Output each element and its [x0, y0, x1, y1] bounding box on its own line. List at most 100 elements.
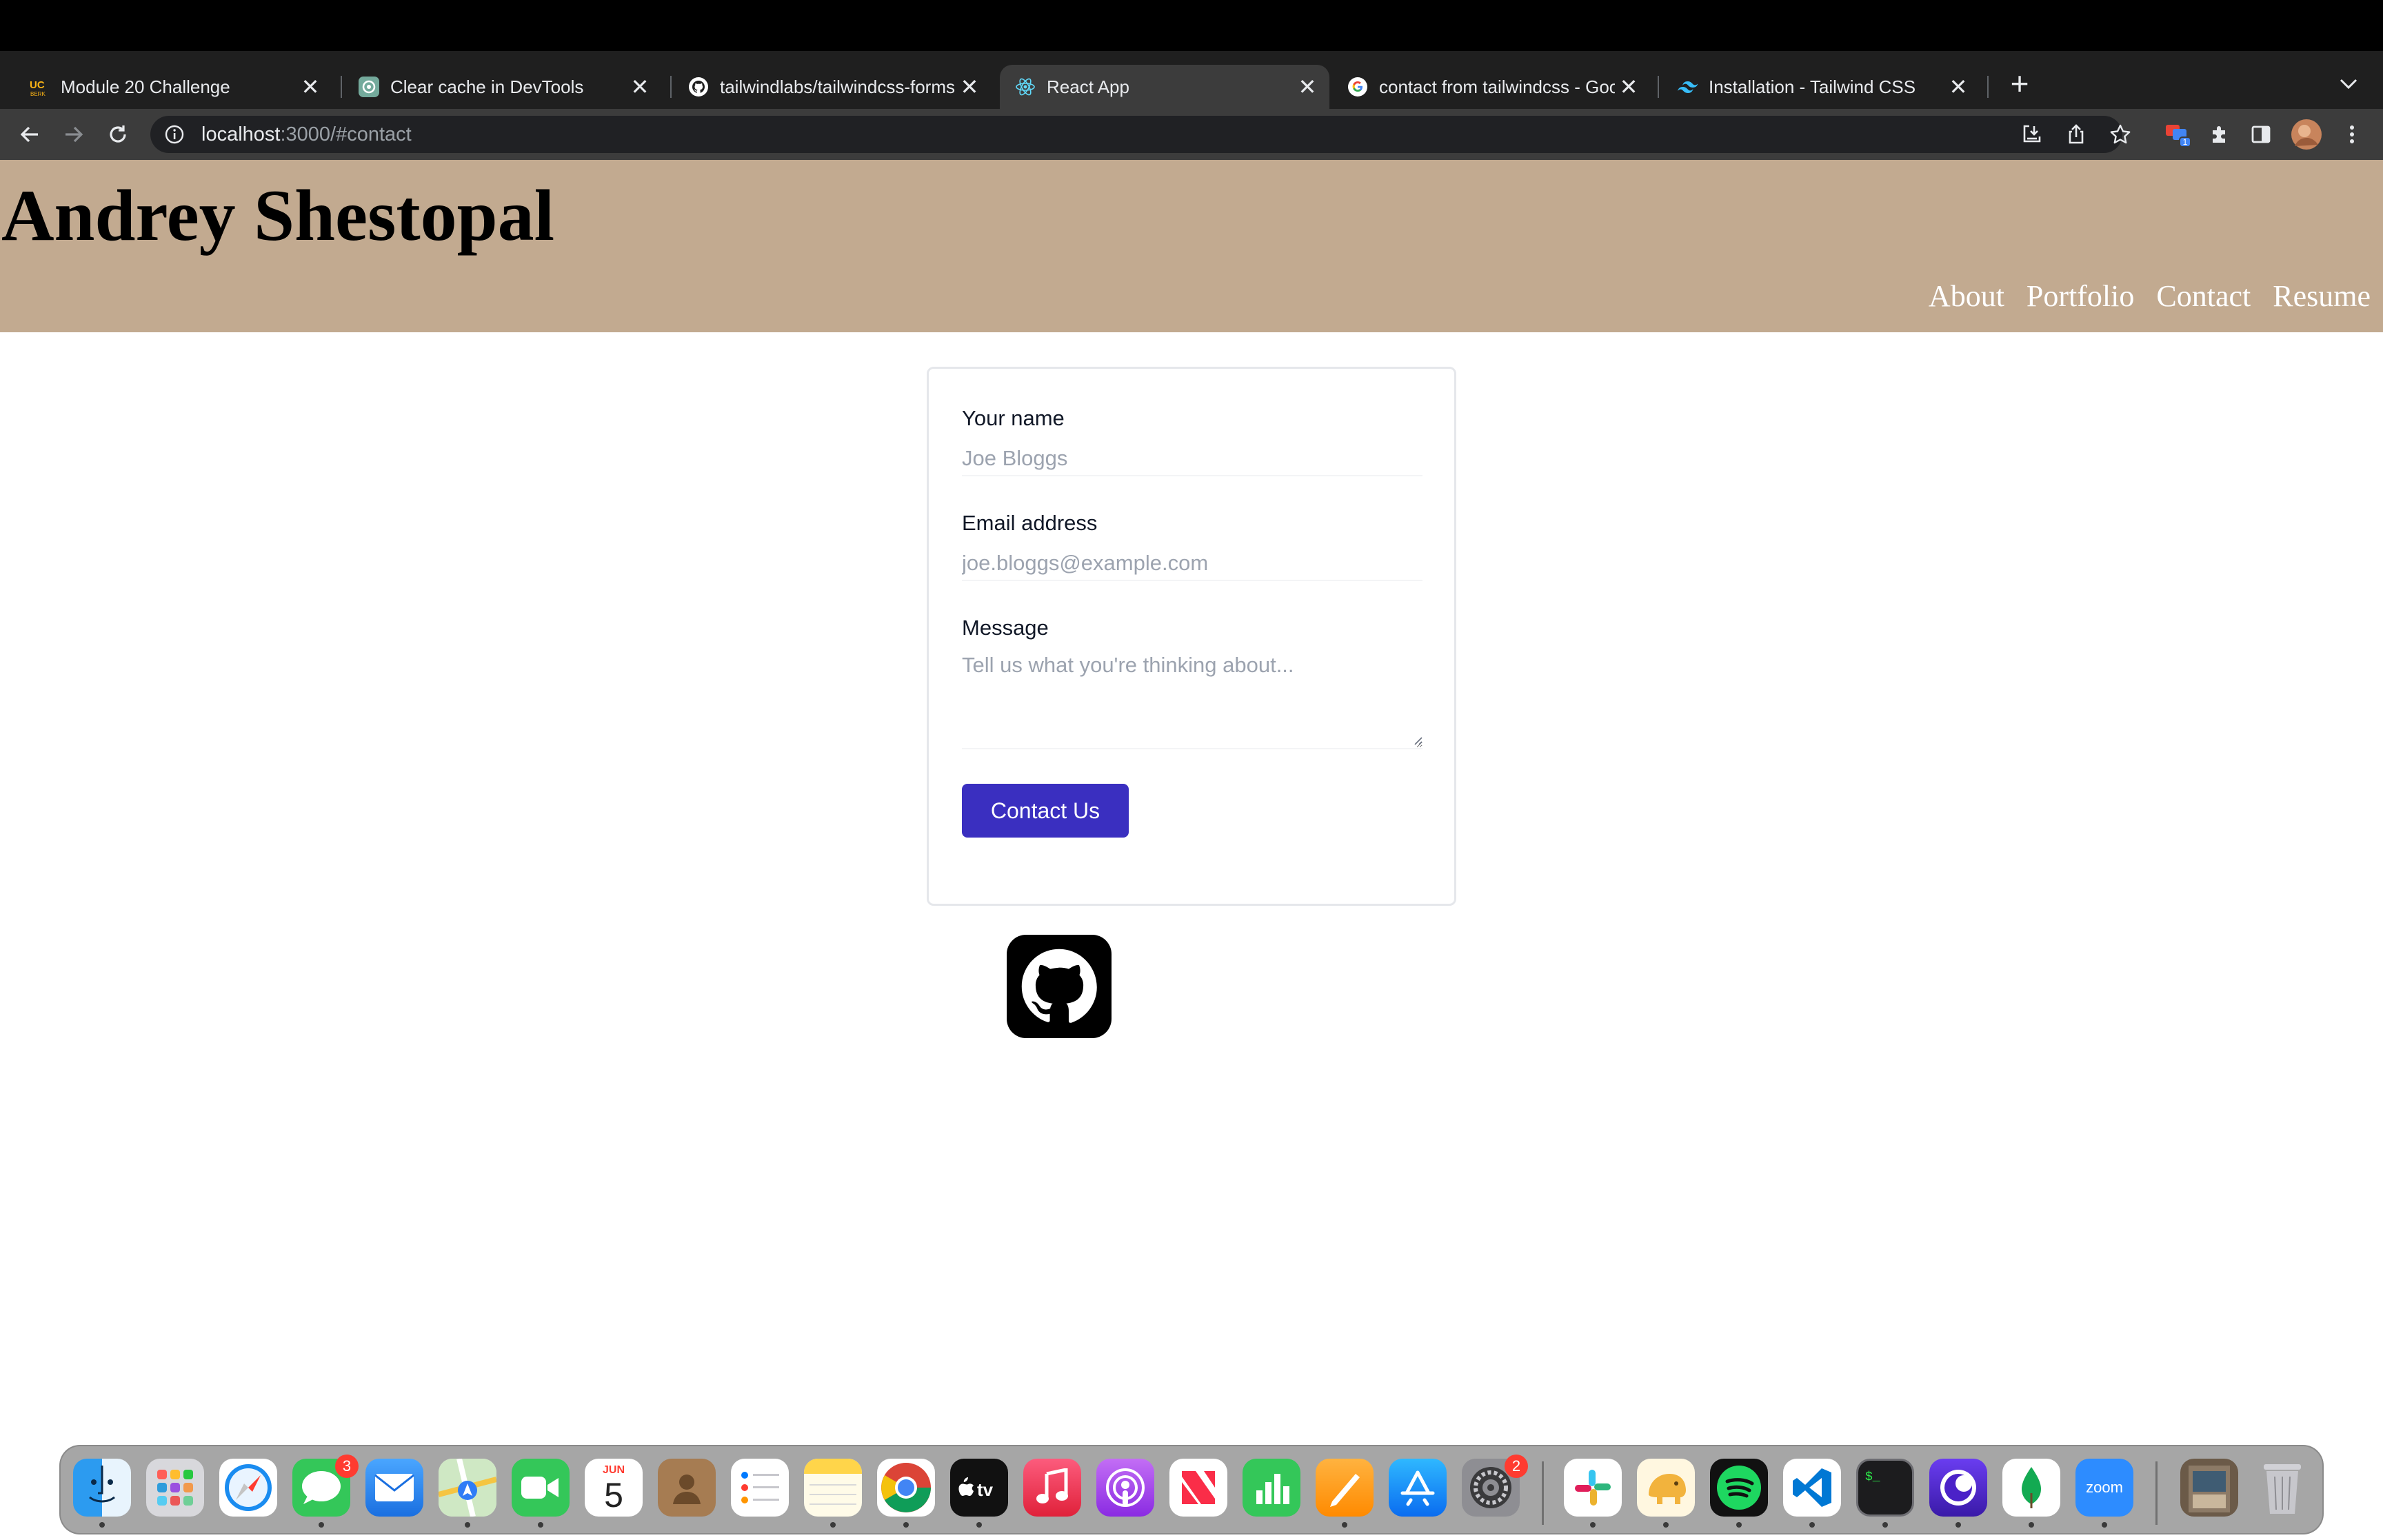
trash-icon[interactable]	[2253, 1459, 2311, 1517]
reminders-icon[interactable]	[731, 1459, 789, 1517]
browser-menu-icon[interactable]	[2336, 119, 2368, 150]
tableplus-elephant-icon[interactable]	[1637, 1459, 1695, 1517]
tab-title: tailwindlabs/tailwindcss-forms	[720, 76, 955, 97]
numbers-icon[interactable]	[1243, 1459, 1300, 1517]
close-tab-icon[interactable]: ✕	[626, 73, 654, 101]
tab-divider	[341, 76, 342, 98]
facetime-icon[interactable]	[512, 1459, 570, 1517]
tab-clear-cache[interactable]: Clear cache in DevTools ✕	[343, 65, 662, 109]
tab-title: Clear cache in DevTools	[390, 76, 584, 97]
close-tab-icon[interactable]: ✕	[1615, 73, 1642, 101]
email-label: Email address	[962, 511, 1098, 535]
nav-link-contact[interactable]: Contact	[2156, 278, 2251, 314]
nav-link-portfolio[interactable]: Portfolio	[2027, 278, 2134, 314]
name-input[interactable]	[962, 442, 1422, 476]
pages-icon[interactable]	[1316, 1459, 1374, 1517]
message-label: Message	[962, 616, 1049, 640]
close-tab-icon[interactable]: ✕	[1294, 73, 1321, 101]
reload-icon[interactable]	[102, 119, 134, 150]
back-arrow-icon[interactable]	[14, 119, 46, 150]
install-app-icon[interactable]	[2016, 119, 2048, 150]
github-link[interactable]	[1007, 935, 1112, 1038]
browser-toolbar: localhost:3000/#contact 1	[0, 109, 2383, 160]
nav-link-about[interactable]: About	[1929, 278, 2004, 314]
macos-dock: 3 JUN 5 tv 2 $_ zoom	[59, 1445, 2324, 1534]
tab-tailwind-installation[interactable]: Installation - Tailwind CSS ✕	[1662, 65, 1980, 109]
vscode-icon[interactable]	[1783, 1459, 1841, 1517]
tailwind-icon	[1677, 77, 1698, 97]
dock-divider	[2155, 1461, 2158, 1525]
site-title: Andrey Shestopal	[1, 175, 555, 256]
tab-divider	[1658, 76, 1659, 98]
extension-badge-count: 1	[2183, 137, 2188, 147]
finder-icon[interactable]	[73, 1459, 131, 1517]
address-bar[interactable]: localhost:3000/#contact	[150, 116, 2122, 153]
contact-form: Your name Email address Message Contact …	[927, 367, 1456, 906]
calendar-month: JUN	[602, 1464, 625, 1476]
close-tab-icon[interactable]: ✕	[956, 73, 983, 101]
email-input[interactable]	[962, 547, 1422, 581]
messages-badge: 3	[335, 1455, 359, 1478]
forward-arrow-icon[interactable]	[58, 119, 90, 150]
running-indicator	[1882, 1522, 1888, 1528]
github-icon	[688, 77, 709, 97]
contact-us-button[interactable]: Contact Us	[962, 784, 1129, 838]
zoom-icon[interactable]: zoom	[2075, 1459, 2133, 1517]
tab-title: React App	[1047, 76, 1129, 97]
downloads-stack-icon[interactable]	[2180, 1459, 2238, 1517]
site-nav: About Portfolio Contact Resume	[1929, 278, 2371, 314]
insomnia-icon[interactable]	[1929, 1459, 1987, 1517]
side-panel-icon[interactable]	[2245, 119, 2277, 150]
chatgpt-icon	[359, 77, 379, 97]
running-indicator	[1342, 1522, 1347, 1528]
site-info-icon[interactable]	[164, 124, 185, 145]
resize-handle-icon[interactable]	[1411, 734, 1422, 745]
apple-tv-icon[interactable]: tv	[950, 1459, 1008, 1517]
tab-google-search[interactable]: contact from tailwindcss - Goo ✕	[1332, 65, 1651, 109]
close-tab-icon[interactable]: ✕	[296, 73, 324, 101]
running-indicator	[1590, 1522, 1596, 1528]
profile-avatar[interactable]	[2291, 119, 2322, 150]
bookmark-star-icon[interactable]	[2104, 119, 2136, 150]
safari-icon[interactable]	[219, 1459, 277, 1517]
app-store-icon[interactable]	[1389, 1459, 1447, 1517]
running-indicator	[319, 1522, 324, 1528]
extensions-puzzle-icon[interactable]	[2204, 119, 2235, 150]
tab-react-app[interactable]: React App ✕	[1000, 65, 1329, 109]
address-url: localhost:3000/#contact	[201, 123, 412, 146]
running-indicator	[1809, 1522, 1815, 1528]
nav-link-resume[interactable]: Resume	[2273, 278, 2371, 314]
contacts-icon[interactable]	[658, 1459, 716, 1517]
zoom-label: zoom	[2086, 1479, 2123, 1496]
url-host: localhost	[201, 123, 281, 145]
tab-module-20-challenge[interactable]: UC BERK Module 20 Challenge ✕	[14, 65, 332, 109]
svg-text:tv: tv	[977, 1479, 994, 1500]
settings-badge: 2	[1505, 1455, 1528, 1478]
tab-tailwindcss-forms[interactable]: tailwindlabs/tailwindcss-forms ✕	[673, 65, 992, 109]
running-indicator	[2102, 1522, 2107, 1528]
chrome-icon[interactable]	[877, 1459, 935, 1517]
mail-icon[interactable]	[365, 1459, 423, 1517]
slack-icon[interactable]	[1564, 1459, 1622, 1517]
react-icon	[1015, 77, 1036, 97]
maps-icon[interactable]	[439, 1459, 496, 1517]
tab-search-chevron-icon[interactable]	[2333, 69, 2364, 99]
new-tab-button[interactable]: +	[2004, 68, 2035, 99]
launchpad-icon[interactable]	[146, 1459, 204, 1517]
news-icon[interactable]	[1169, 1459, 1227, 1517]
message-textarea[interactable]	[962, 653, 1422, 749]
extension-translate-icon[interactable]: 1	[2162, 119, 2194, 150]
share-icon[interactable]	[2060, 119, 2092, 150]
close-tab-icon[interactable]: ✕	[1944, 73, 1972, 101]
music-icon[interactable]	[1023, 1459, 1081, 1517]
mongodb-compass-icon[interactable]	[2002, 1459, 2060, 1517]
tab-title: Installation - Tailwind CSS	[1709, 76, 1916, 97]
google-icon	[1347, 77, 1368, 97]
terminal-icon[interactable]: $_	[1856, 1459, 1914, 1517]
spotify-icon[interactable]	[1710, 1459, 1768, 1517]
running-indicator	[465, 1522, 470, 1528]
svg-text:$_: $_	[1865, 1470, 1880, 1484]
calendar-icon[interactable]: JUN 5	[585, 1459, 643, 1517]
notes-icon[interactable]	[804, 1459, 862, 1517]
podcasts-icon[interactable]	[1096, 1459, 1154, 1517]
